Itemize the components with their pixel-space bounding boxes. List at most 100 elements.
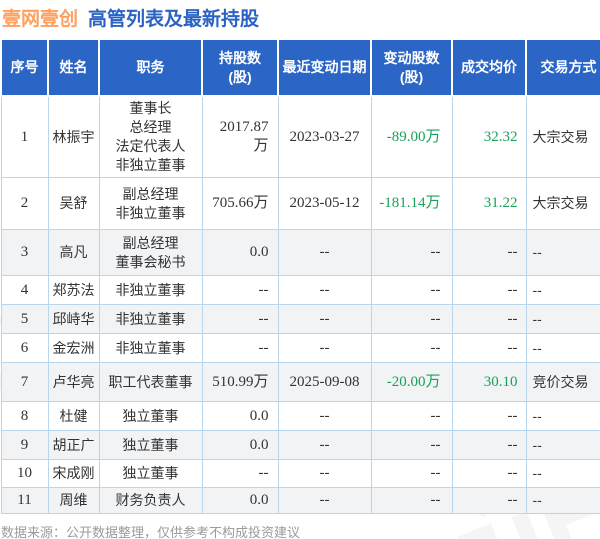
page-title: 壹网壹创 高管列表及最新持股 [0,0,600,33]
cell-change-date: -- [277,459,372,488]
cell-avg-price: -- [451,333,527,363]
cell-method: 大宗交易 [525,177,600,230]
column-header: 持股数 (股) [201,38,279,97]
cell-shares: 0.0 [201,487,279,514]
cell-avg-price: 31.22 [451,177,527,230]
cell-change-date: 2025-09-08 [277,362,372,402]
cell-positions: 独立董事 [98,459,203,488]
cell-change-shares: -- [370,487,453,514]
cell-change-shares: -181.14万 [370,177,453,230]
cell-no: 5 [0,304,49,334]
cell-change-shares: -89.00万 [370,95,453,178]
company-name: 壹网壹创 [2,9,79,30]
cell-avg-price: 32.32 [451,95,527,178]
cell-change-shares: -- [370,401,453,431]
cell-shares: 705.66万 [201,177,279,230]
cell-positions: 副总经理 非独立董事 [98,177,203,230]
cell-name: 胡正广 [47,430,100,460]
column-header: 姓名 [47,38,100,97]
table-row: 7 卢华亮 职工代表董事 510.99万 2025-09-08 -20.00万 30.10 竞… [0,362,600,402]
cell-positions: 非独立董事 [98,304,203,334]
cell-change-shares: -- [370,430,453,460]
cell-shares: -- [201,275,279,305]
header-row: 序号 姓名 职务 持股数 (股) 最近变动日期 变动股数 (股) 成交均价 交易方式 [0,38,600,97]
cell-shares: 2017.87万 [201,95,279,178]
cell-change-shares: -- [370,333,453,363]
cell-shares: 0.0 [201,229,279,276]
cell-change-shares: -- [370,459,453,488]
cell-change-date: -- [277,430,372,460]
cell-avg-price: -- [451,229,527,276]
cell-positions: 非独立董事 [98,333,203,363]
cell-method: -- [525,275,600,305]
cell-change-date: -- [277,229,372,276]
cell-name: 林振宇 [47,95,100,178]
cell-no: 10 [0,459,49,488]
table-row: 1 林振宇 董事长 总经理 法定代表人 非独立董事 2017.87万 2023-03-27 -8… [0,95,600,178]
cell-method: 大宗交易 [525,95,600,178]
cell-name: 杜健 [47,401,100,431]
cell-change-date: 2023-03-27 [277,95,372,178]
cell-avg-price: 30.10 [451,362,527,402]
cell-shares: 0.0 [201,430,279,460]
cell-name: 高凡 [47,229,100,276]
cell-no: 9 [0,430,49,460]
column-header: 最近变动日期 [277,38,372,97]
cell-name: 郑苏法 [47,275,100,305]
table-row: 10 宋成刚 独立董事 -- -- -- -- -- [0,459,600,488]
cell-method: -- [525,430,600,460]
column-header: 成交均价 [451,38,527,97]
cell-name: 宋成刚 [47,459,100,488]
table-row: 4 郑苏法 非独立董事 -- -- -- -- -- [0,275,600,305]
cell-name: 吴舒 [47,177,100,230]
column-header: 职务 [98,38,203,97]
cell-method: -- [525,459,600,488]
cell-method: 竞价交易 [525,362,600,402]
cell-no: 6 [0,333,49,363]
cell-shares: -- [201,459,279,488]
table-body: 1 林振宇 董事长 总经理 法定代表人 非独立董事 2017.87万 2023-03-27 -8… [0,95,600,514]
cell-no: 11 [0,487,49,514]
cell-avg-price: -- [451,304,527,334]
cell-positions: 董事长 总经理 法定代表人 非独立董事 [98,95,203,178]
cell-positions: 职工代表董事 [98,362,203,402]
cell-change-date: -- [277,275,372,305]
cell-method: -- [525,401,600,431]
cell-change-date: -- [277,333,372,363]
executive-holdings-page: 证券之星 证券之星 证券之星 壹网壹创高管列表及最新持股 序号姓名职务持股数(股… [0,0,600,539]
cell-method: -- [525,487,600,514]
cell-change-shares: -- [370,275,453,305]
cell-shares: 0.0 [201,401,279,431]
cell-change-date: -- [277,304,372,334]
cell-change-date: 2023-05-12 [277,177,372,230]
cell-no: 1 [0,95,49,178]
cell-change-date: -- [277,487,372,514]
cell-name: 邱峙华 [47,304,100,334]
column-header: 变动股数 (股) [370,38,453,97]
cell-avg-price: -- [451,487,527,514]
cell-positions: 财务负责人 [98,487,203,514]
cell-no: 4 [0,275,49,305]
table-row: 2 吴舒 副总经理 非独立董事 705.66万 2023-05-12 -181.14万 31.… [0,177,600,230]
table-row: 8 杜健 独立董事 0.0 -- -- -- -- [0,401,600,431]
holdings-table: 序号 姓名 职务 持股数 (股) 最近变动日期 变动股数 (股) 成交均价 交易方式 1 林振宇 董事… [0,38,600,514]
report-title: 高管列表及最新持股 [88,9,260,30]
table-row: 6 金宏洲 非独立董事 -- -- -- -- -- [0,333,600,363]
cell-method: -- [525,333,600,363]
cell-positions: 独立董事 [98,401,203,431]
cell-change-shares: -- [370,229,453,276]
cell-method: -- [525,304,600,334]
cell-change-shares: -- [370,304,453,334]
table-row: 3 高凡 副总经理 董事会秘书 0.0 -- -- -- -- [0,229,600,276]
table-row: 5 邱峙华 非独立董事 -- -- -- -- -- [0,304,600,334]
column-header: 序号 [0,38,49,97]
cell-shares: -- [201,304,279,334]
cell-no: 2 [0,177,49,230]
cell-change-date: -- [277,401,372,431]
data-source-note: 数据来源：公开数据整理，仅供参考不构成投资建议 [1,525,301,539]
cell-shares: -- [201,333,279,363]
cell-avg-price: -- [451,401,527,431]
table-row: 11 周维 财务负责人 0.0 -- -- -- -- [0,487,600,514]
table-row: 9 胡正广 独立董事 0.0 -- -- -- -- [0,430,600,460]
column-header: 交易方式 [525,38,600,97]
